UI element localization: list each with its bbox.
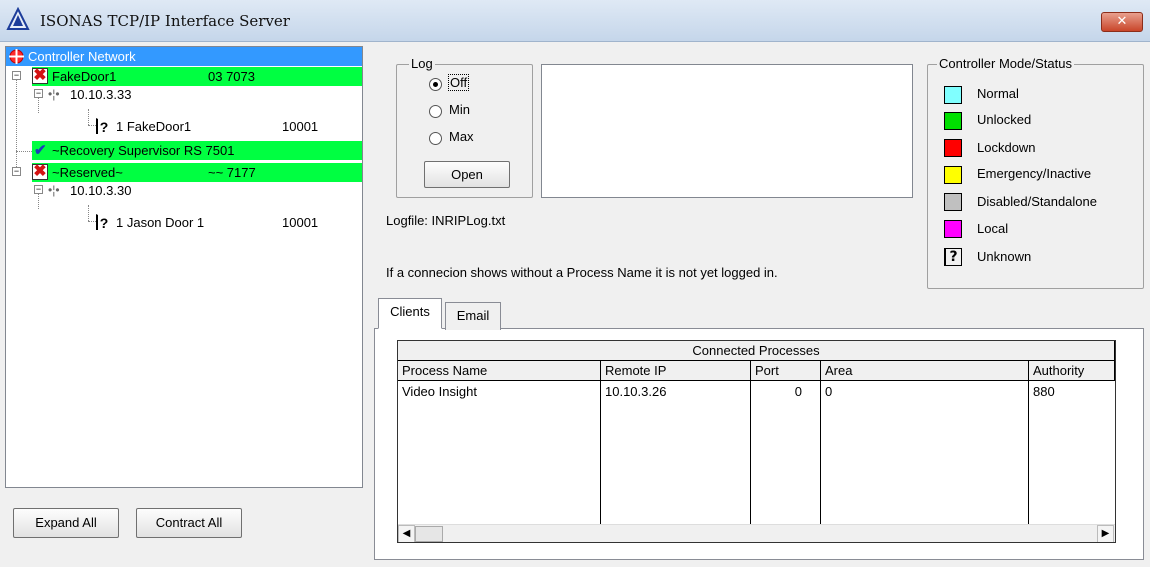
grid-caption: Connected Processes bbox=[398, 341, 1115, 361]
scroll-left-icon[interactable]: ◀ bbox=[398, 525, 415, 542]
disabled-swatch bbox=[944, 193, 962, 211]
unknown-icon: ? bbox=[944, 248, 962, 266]
network-icon bbox=[9, 49, 24, 64]
column-divider bbox=[600, 381, 601, 524]
controller-name: FakeDoor1 bbox=[52, 69, 117, 84]
connected-processes-grid[interactable]: Connected Processes Process Name Remote … bbox=[397, 340, 1116, 543]
log-off-radio[interactable] bbox=[429, 78, 442, 91]
tab-clients[interactable]: Clients bbox=[378, 298, 442, 329]
tree-item-ip[interactable]: •¦• 10.10.3.33 bbox=[48, 85, 248, 104]
tree-connector bbox=[16, 71, 17, 171]
cell-area[interactable]: 0 bbox=[821, 382, 1028, 402]
legend-unlocked: Unlocked bbox=[977, 112, 1032, 127]
reader-name: 1 Jason Door 1 bbox=[116, 215, 205, 230]
tree-item-reader[interactable]: ? 1 FakeDoor1 10001 bbox=[96, 117, 361, 136]
cell-remote-ip[interactable]: 10.10.3.26 bbox=[601, 382, 750, 402]
column-header-area[interactable]: Area bbox=[821, 361, 1029, 381]
network-node-icon: •¦• bbox=[48, 87, 60, 101]
cell-process-name[interactable]: Video Insight bbox=[398, 382, 600, 402]
tree-item-ip[interactable]: •¦• 10.10.3.30 bbox=[48, 181, 248, 200]
open-log-button[interactable]: Open bbox=[424, 161, 510, 188]
log-max-radio[interactable] bbox=[429, 132, 442, 145]
ip-address: 10.10.3.33 bbox=[70, 87, 132, 102]
tab-email[interactable]: Email bbox=[445, 302, 501, 330]
column-header-authority[interactable]: Authority bbox=[1029, 361, 1115, 381]
tree-connector bbox=[88, 205, 89, 221]
collapse-toggle[interactable]: − bbox=[34, 185, 43, 194]
tree-connector bbox=[16, 151, 32, 152]
log-output[interactable] bbox=[541, 64, 913, 198]
ip-address: 10.10.3.30 bbox=[70, 183, 132, 198]
title-bar: ISONAS TCP/IP Interface Server ✕ bbox=[0, 0, 1150, 42]
reader-port: 10001 bbox=[282, 215, 319, 230]
error-x-icon: ✖ bbox=[32, 163, 48, 180]
column-divider bbox=[750, 381, 751, 524]
error-x-icon: ✖ bbox=[32, 67, 48, 84]
column-divider bbox=[820, 381, 821, 524]
tree-root-label: Controller Network bbox=[28, 49, 136, 64]
controller-info: 03 7073 bbox=[208, 69, 255, 84]
legend-normal: Normal bbox=[977, 86, 1019, 101]
tree-item-controller[interactable]: ✔ ~Recovery Supervisor RS 7501 bbox=[32, 141, 362, 160]
reader-port: 10001 bbox=[282, 119, 319, 134]
log-group-label: Log bbox=[409, 56, 435, 71]
checkmark-icon: ✔ bbox=[34, 142, 47, 159]
contract-all-button[interactable]: Contract All bbox=[136, 508, 242, 538]
column-header-process-name[interactable]: Process Name bbox=[398, 361, 601, 381]
scroll-right-icon[interactable]: ▶ bbox=[1097, 525, 1114, 542]
status-legend-title: Controller Mode/Status bbox=[937, 56, 1074, 71]
column-header-remote-ip[interactable]: Remote IP bbox=[601, 361, 751, 381]
legend-emergency: Emergency/Inactive bbox=[977, 166, 1092, 181]
controller-name: ~Reserved~ bbox=[52, 165, 123, 180]
controller-tree[interactable]: Controller Network − ✖ FakeDoor1 03 7073… bbox=[5, 46, 363, 488]
emergency-swatch bbox=[944, 166, 962, 184]
log-min-label: Min bbox=[449, 102, 470, 117]
legend-lockdown: Lockdown bbox=[977, 140, 1036, 155]
controller-info: ~~ 7177 bbox=[208, 165, 256, 180]
lockdown-swatch bbox=[944, 139, 962, 157]
log-max-label: Max bbox=[449, 129, 474, 144]
reader-name: 1 FakeDoor1 bbox=[116, 119, 192, 134]
tree-item-controller[interactable]: ✖ FakeDoor1 03 7073 bbox=[32, 67, 362, 86]
isonas-logo-icon bbox=[6, 7, 30, 30]
collapse-toggle[interactable]: − bbox=[12, 167, 21, 176]
tree-connector bbox=[88, 109, 89, 125]
legend-disabled: Disabled/Standalone bbox=[977, 194, 1097, 209]
unlocked-swatch bbox=[944, 112, 962, 130]
network-node-icon: •¦• bbox=[48, 183, 60, 197]
cell-port[interactable]: 0 bbox=[751, 382, 820, 402]
local-swatch bbox=[944, 220, 962, 238]
column-header-port[interactable]: Port bbox=[751, 361, 821, 381]
log-off-label: Off bbox=[448, 74, 470, 91]
window-client: Controller Network − ✖ FakeDoor1 03 7073… bbox=[0, 42, 1150, 567]
controller-name: ~Recovery Supervisor RS 7501 bbox=[52, 143, 235, 158]
tree-item-reader[interactable]: ? 1 Jason Door 1 10001 bbox=[96, 213, 361, 232]
legend-unknown: Unknown bbox=[977, 249, 1032, 264]
window-title: ISONAS TCP/IP Interface Server bbox=[40, 12, 290, 30]
log-min-radio[interactable] bbox=[429, 105, 442, 118]
cell-authority[interactable]: 880 bbox=[1029, 382, 1115, 402]
expand-all-button[interactable]: Expand All bbox=[13, 508, 119, 538]
collapse-toggle[interactable]: − bbox=[34, 89, 43, 98]
tree-item-controller[interactable]: ✖ ~Reserved~ ~~ 7177 bbox=[32, 163, 362, 182]
horizontal-scrollbar[interactable]: ◀ ▶ bbox=[398, 524, 1115, 542]
log-off-text: Off bbox=[448, 74, 470, 91]
column-divider bbox=[1028, 381, 1029, 524]
collapse-toggle[interactable]: − bbox=[12, 71, 21, 80]
legend-local: Local bbox=[977, 221, 1009, 236]
tree-root[interactable]: Controller Network bbox=[6, 47, 362, 66]
scroll-thumb[interactable] bbox=[415, 526, 443, 542]
unknown-status-icon: ? bbox=[96, 214, 110, 231]
unknown-status-icon: ? bbox=[96, 118, 110, 135]
close-button[interactable]: ✕ bbox=[1101, 12, 1143, 32]
logfile-text: Logfile: INRIPLog.txt bbox=[386, 213, 506, 228]
normal-swatch bbox=[944, 86, 962, 104]
connection-note: If a connecion shows without a Process N… bbox=[386, 265, 778, 280]
